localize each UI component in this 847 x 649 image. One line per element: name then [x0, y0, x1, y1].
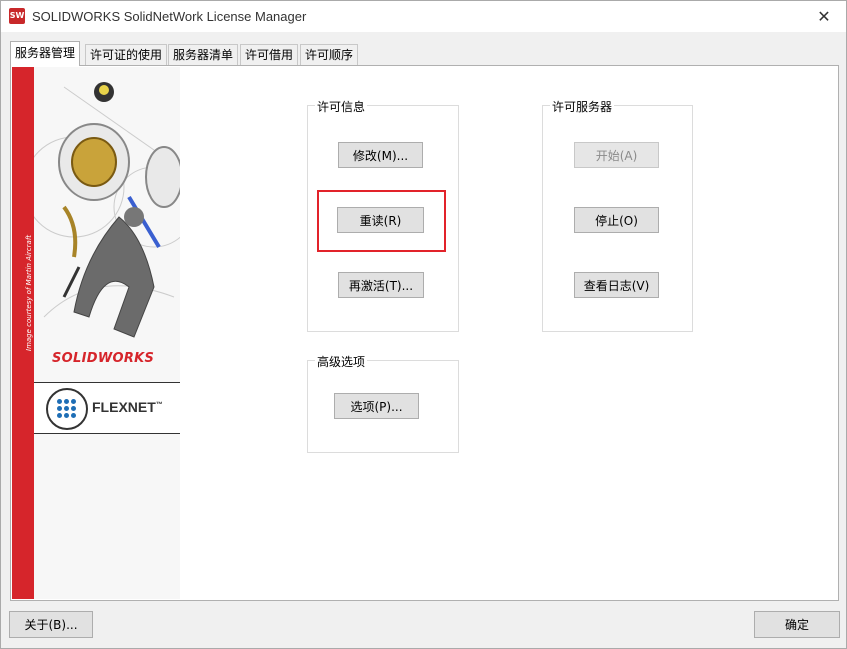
image-credit: Image courtesy of Martin Aircraft — [25, 234, 33, 351]
solidworks-logo: SOLIDWORKS — [52, 351, 155, 366]
flexnet-logo: FLEXNET™ — [34, 382, 180, 434]
close-button[interactable]: ✕ — [802, 1, 846, 32]
view-log-button[interactable]: 查看日志(V) — [574, 272, 659, 298]
options-button[interactable]: 选项(P)... — [334, 393, 419, 419]
tab-server-admin[interactable]: 服务器管理 — [10, 41, 81, 66]
reactivate-button[interactable]: 再激活(T)... — [338, 272, 424, 298]
tab-server-list[interactable]: 服务器清单 — [168, 44, 239, 65]
branding-sidebar: Image courtesy of Martin Aircraft SOLIDW… — [12, 67, 180, 599]
flexnet-wordmark: FLEXNET™ — [92, 399, 163, 415]
title-bar: SW SOLIDWORKS SolidNetWork License Manag… — [1, 1, 846, 32]
ok-button[interactable]: 确定 — [754, 611, 840, 638]
tab-license-order[interactable]: 许可顺序 — [300, 44, 359, 65]
flexnet-circle-icon — [46, 388, 88, 430]
tab-license-usage[interactable]: 许可证的使用 — [85, 44, 168, 65]
red-stripe: Image courtesy of Martin Aircraft — [12, 67, 34, 599]
tab-license-borrowing[interactable]: 许可借用 — [240, 44, 299, 65]
license-manager-window: SW SOLIDWORKS SolidNetWork License Manag… — [0, 0, 847, 649]
solidworks-app-icon: SW — [9, 8, 25, 24]
license-info-title: 许可信息 — [315, 98, 368, 115]
window-title: SOLIDWORKS SolidNetWork License Manager — [32, 9, 307, 24]
about-button[interactable]: 关于(B)... — [9, 611, 93, 638]
stop-button[interactable]: 停止(O) — [574, 207, 659, 233]
start-button[interactable]: 开始(A) — [574, 142, 659, 168]
jetpack-illustration-image — [34, 82, 180, 338]
reread-highlight-box — [317, 190, 446, 252]
license-server-title: 许可服务器 — [550, 98, 615, 115]
modify-button[interactable]: 修改(M)... — [338, 142, 423, 168]
advanced-options-title: 高级选项 — [315, 353, 368, 370]
